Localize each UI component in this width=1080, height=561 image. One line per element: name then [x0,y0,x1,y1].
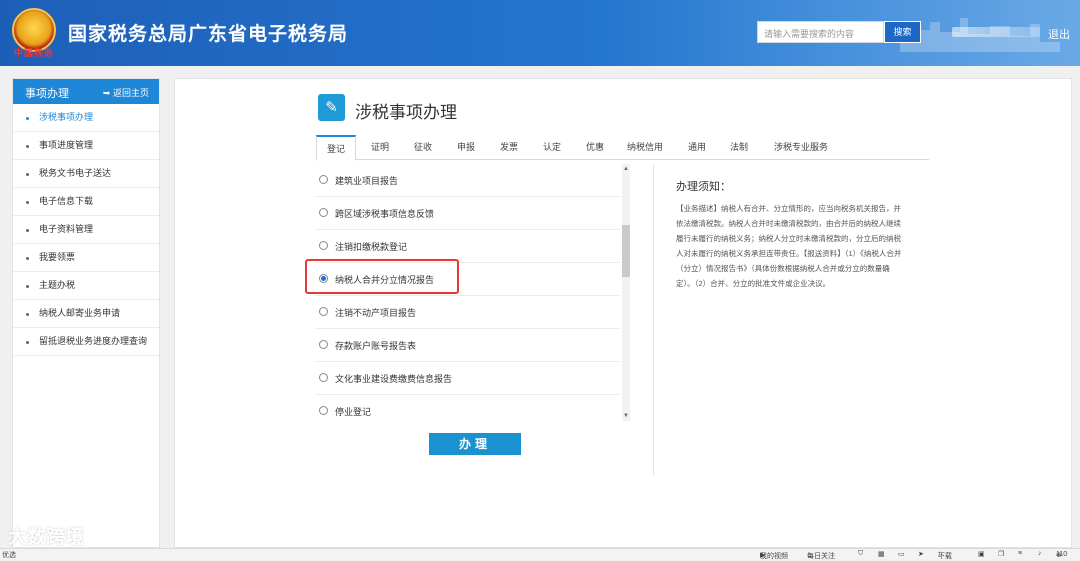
list-item[interactable]: 存款账户账号报告表 [315,329,620,362]
list-item-label: 注销扣缴税款登记 [335,242,408,252]
bullet-icon [26,229,29,232]
vertical-divider [653,164,654,476]
submit-button[interactable]: 办理 [429,433,521,455]
tab-declaration[interactable]: 申报 [446,135,486,160]
sidebar-item-label: 事项进度管理 [39,140,94,150]
sidebar-item-label: 纳税人邮寄业务申请 [39,308,121,318]
radio-button[interactable] [319,373,328,382]
sidebar-item-e-delivery[interactable]: 税务文书电子送达 [13,160,159,188]
bullet-icon [26,117,29,120]
list-item[interactable]: 停业登记 [315,395,620,421]
emblem-text: 中国税务 [14,48,55,58]
list-item-label: 停业登记 [335,407,372,417]
zoom-value: 110 [1056,551,1068,558]
tab-tax-credit[interactable]: 纳税信用 [620,135,670,160]
tab-professional-service[interactable]: 涉税专业服务 [766,135,836,160]
list-item-label: 文化事业建设费缴费信息报告 [335,374,453,384]
selection-highlight-box [305,259,459,294]
scroll-down-icon[interactable]: ▼ [622,411,630,421]
main-panel: ✎ 涉税事项办理 登记 证明 征收 申报 发票 认定 优惠 纳税信用 通用 法制… [174,78,1072,548]
list-item-label: 存款账户账号报告表 [335,341,417,351]
sidebar-header: 事项办理 ➥ 返回主页 [13,79,159,104]
list-item[interactable]: 建筑业项目报告 [315,164,620,197]
return-home-link[interactable]: ➥ 返回主页 [103,86,149,99]
sidebar-item-mail[interactable]: 纳税人邮寄业务申请 [13,300,159,328]
notice-text: 【业务描述】纳税人有合并、分立情形的，应当向税务机关报告，并依法缴清税款。纳税人… [676,204,902,288]
my-video-label: 我的视频 [760,553,788,560]
sidebar-item-invoice[interactable]: 我要领票 [13,244,159,272]
list-item[interactable]: 文化事业建设费缴费信息报告 [315,362,620,395]
daily-follow-label: 每日关注 [807,553,835,560]
browser-status-bar: 优选 ▶ 我的视频 ♨ 每日关注 ⛉ ▦ ▭ ➤ ⤓ 下载 ▣ ❐ ≡ ♪ ⊕ 1… [0,548,1080,560]
notice-title: 办理须知： [676,181,731,193]
sidebar-item-download[interactable]: 电子信息下载 [13,188,159,216]
back-arrow-icon: ➥ [102,88,111,98]
window-icon[interactable]: ▣ [978,550,985,558]
sidebar: 事项办理 ➥ 返回主页 涉税事项办理 事项进度管理 税务文书电子送达 电子信息下… [12,78,160,548]
sidebar-item-topic[interactable]: 主题办税 [13,272,159,300]
sidebar-item-label: 留抵退税业务进度办理查询 [39,336,148,346]
tab-certification[interactable]: 认定 [532,135,572,160]
list-item-label: 注销不动产项目报告 [335,308,417,318]
user-name-blurred [952,27,1040,37]
bullet-icon [26,341,29,344]
list-item-label: 建筑业项目报告 [335,176,399,186]
sidebar-title: 事项办理 [25,88,69,100]
top-header: 中国税务 国家税务总局广东省电子税务局 请输入需要搜索的内容 搜索 退出 [0,0,1080,66]
radio-button[interactable] [319,406,328,415]
radio-button[interactable] [319,241,328,250]
bullet-icon [26,145,29,148]
page-title: 涉税事项办理 [355,103,457,122]
bullet-icon [26,285,29,288]
list-scrollbar[interactable] [622,164,630,421]
sidebar-item-label: 主题办税 [39,280,76,290]
radio-button[interactable] [319,307,328,316]
sidebar-item-tax-matters[interactable]: 涉税事项办理 [13,104,159,132]
shield-icon[interactable]: ⛉ [858,550,863,558]
tab-preferential[interactable]: 优惠 [575,135,615,160]
site-title: 国家税务总局广东省电子税务局 [68,24,349,45]
tab-certificate[interactable]: 证明 [360,135,400,160]
bullet-icon [26,313,29,316]
download-label: 下载 [938,553,952,560]
grid-icon[interactable]: ▦ [878,550,885,558]
sidebar-item-label: 税务文书电子送达 [39,168,112,178]
send-icon[interactable]: ➤ [918,550,924,558]
tab-invoice[interactable]: 发票 [489,135,529,160]
sidebar-item-label: 涉税事项办理 [39,112,94,122]
list-item[interactable]: 注销不动产项目报告 [315,296,620,329]
sidebar-item-refund-query[interactable]: 留抵退税业务进度办理查询 [13,328,159,356]
watermark-logo: 大数跨境 [8,527,85,548]
sidebar-item-label: 电子资料管理 [39,224,94,234]
radio-button[interactable] [319,208,328,217]
screen-icon[interactable]: ▭ [898,550,905,558]
category-tabs: 登记 证明 征收 申报 发票 认定 优惠 纳税信用 通用 法制 涉税专业服务 [316,135,929,161]
scrollbar-thumb[interactable] [622,225,630,277]
scroll-up-icon[interactable]: ▲ [622,164,630,174]
bullet-icon [26,201,29,204]
sidebar-item-e-docs[interactable]: 电子资料管理 [13,216,159,244]
logout-link[interactable]: 退出 [1048,26,1070,42]
search-button[interactable]: 搜索 [884,21,921,43]
list-item[interactable]: 跨区域涉税事项信息反馈 [315,197,620,230]
tab-general[interactable]: 通用 [677,135,717,160]
copy-icon[interactable]: ❐ [998,550,1004,558]
bullet-icon [26,257,29,260]
sidebar-item-label: 我要领票 [39,252,76,262]
return-home-label: 返回主页 [112,88,149,98]
sidebar-item-label: 电子信息下载 [39,196,94,206]
search-input[interactable]: 请输入需要搜索的内容 [757,21,884,43]
edit-icon: ✎ [318,94,345,121]
menu-icon[interactable]: ≡ [1018,550,1022,557]
sidebar-item-progress[interactable]: 事项进度管理 [13,132,159,160]
radio-button[interactable] [319,340,328,349]
list-item-label: 跨区域涉税事项信息反馈 [335,209,435,219]
bullet-icon [26,173,29,176]
tab-collection[interactable]: 征收 [403,135,443,160]
speaker-icon[interactable]: ♪ [1038,550,1042,557]
tab-legal[interactable]: 法制 [719,135,759,160]
radio-button[interactable] [319,175,328,184]
tab-registration[interactable]: 登记 [316,135,356,161]
